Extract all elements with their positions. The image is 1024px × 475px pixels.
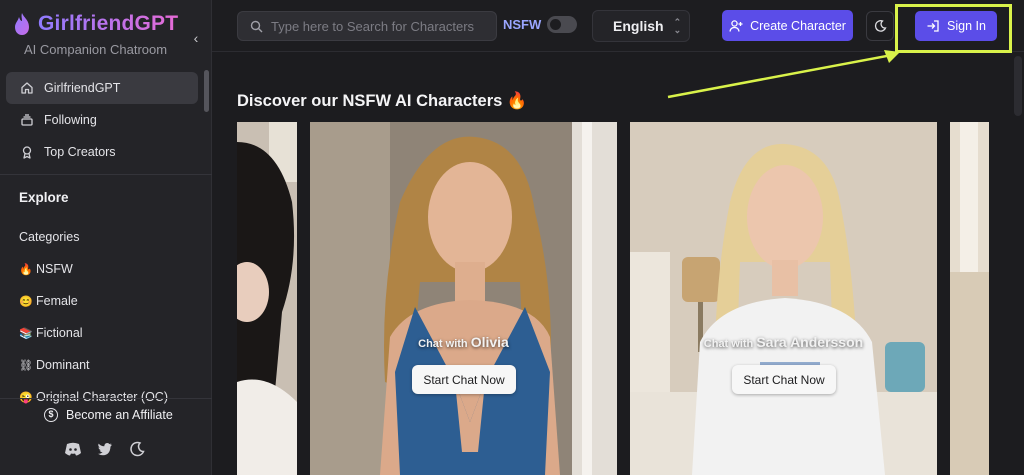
brand-logo[interactable]: GirlfriendGPT xyxy=(12,12,178,36)
chat-with-prefix: Chat with xyxy=(418,338,468,350)
toggle-knob xyxy=(550,19,561,30)
page-title: Discover our NSFW AI Characters 🔥 xyxy=(237,92,528,110)
sidebar-item-label: Following xyxy=(44,113,97,127)
affiliate-label: Become an Affiliate xyxy=(66,408,173,422)
category-list: Categories 🔥 NSFW 😊 Female 📚 Fictional ⛓… xyxy=(19,221,168,413)
language-select[interactable]: English ⌃ ⌄ xyxy=(592,10,690,42)
chain-icon: ⛓ xyxy=(19,359,33,372)
start-chat-button[interactable]: Start Chat Now xyxy=(412,365,516,394)
moon-icon[interactable] xyxy=(128,440,146,458)
chat-with-caption: Chat with Olivia xyxy=(310,334,617,350)
character-card-olivia[interactable]: Chat with Olivia Start Chat Now xyxy=(310,122,617,475)
create-character-button[interactable]: Create Character xyxy=(722,10,853,41)
sidebar-item-following[interactable]: Following xyxy=(6,104,198,136)
sign-in-label: Sign In xyxy=(947,19,986,33)
become-affiliate-link[interactable]: $ Become an Affiliate xyxy=(44,408,173,422)
fire-icon: 🔥 xyxy=(19,263,33,276)
search-box[interactable] xyxy=(237,11,497,41)
character-image xyxy=(630,122,937,475)
top-bar: NSFW English ⌃⌄ Create Character xyxy=(212,0,1024,52)
page-scrollbar[interactable] xyxy=(1014,56,1022,116)
sidebar-item-nsfw[interactable]: 🔥 NSFW xyxy=(19,253,168,285)
character-name: Olivia xyxy=(470,334,509,350)
dollar-coin-icon: $ xyxy=(44,408,58,422)
theme-toggle-button[interactable] xyxy=(866,11,894,41)
character-image xyxy=(237,122,297,475)
character-card-partial-left[interactable] xyxy=(237,122,297,475)
chat-with-prefix: Chat with xyxy=(703,338,754,350)
character-name: Sara Andersson xyxy=(756,334,864,350)
start-chat-button[interactable]: Start Chat Now xyxy=(732,365,836,394)
moon-icon xyxy=(874,20,887,32)
stack-icon xyxy=(20,113,34,127)
sidebar-scrollbar[interactable] xyxy=(204,70,209,112)
collapse-sidebar-chevron-icon[interactable]: ‹ xyxy=(188,30,204,46)
language-value: English xyxy=(613,18,664,34)
sidebar: GirlfriendGPT AI Companion Chatroom ‹ Gi… xyxy=(0,0,212,475)
sidebar-item-label: GirlfriendGPT xyxy=(44,81,121,95)
sidebar-item-female[interactable]: 😊 Female xyxy=(19,285,168,317)
nsfw-toggle[interactable] xyxy=(547,16,577,33)
category-label: NSFW xyxy=(36,262,73,276)
character-card-sara-andersson[interactable]: Chat with Sara Andersson Start Chat Now xyxy=(630,122,937,475)
sidebar-item-categories[interactable]: Categories xyxy=(19,221,168,253)
chevron-up-down-icon: ⌃ ⌄ xyxy=(673,17,682,35)
flame-logo-icon xyxy=(15,13,29,35)
books-icon: 📚 xyxy=(19,327,33,340)
search-icon xyxy=(250,20,263,32)
category-label: Categories xyxy=(19,230,80,244)
sign-in-button[interactable]: Sign In xyxy=(915,11,997,41)
brand-subtitle: AI Companion Chatroom xyxy=(24,42,168,57)
add-user-icon xyxy=(729,19,743,32)
category-label: Fictional xyxy=(36,326,83,340)
sidebar-footer-divider xyxy=(0,398,212,399)
wink-face-icon: 😜 xyxy=(19,391,33,404)
home-icon xyxy=(20,81,34,95)
character-image xyxy=(950,122,989,475)
discord-icon[interactable] xyxy=(64,440,82,458)
category-label: Female xyxy=(36,294,78,308)
primary-nav: GirlfriendGPT Following Top Creators xyxy=(6,72,198,168)
sidebar-item-label: Top Creators xyxy=(44,145,116,159)
character-card-partial-right[interactable] xyxy=(950,122,989,475)
sign-in-icon xyxy=(927,20,939,32)
nsfw-label: NSFW xyxy=(503,17,542,32)
sidebar-item-fictional[interactable]: 📚 Fictional xyxy=(19,317,168,349)
create-character-label: Create Character xyxy=(750,18,846,33)
award-icon xyxy=(20,145,34,159)
category-label: Dominant xyxy=(36,358,90,372)
twitter-icon[interactable] xyxy=(96,440,114,458)
sidebar-item-dominant[interactable]: ⛓ Dominant xyxy=(19,349,168,381)
chat-with-caption: Chat with Sara Andersson xyxy=(630,334,937,350)
sidebar-item-top-creators[interactable]: Top Creators xyxy=(6,136,198,168)
search-input[interactable] xyxy=(271,18,491,34)
character-image xyxy=(310,122,617,475)
sidebar-divider xyxy=(0,174,212,175)
brand-name: GirlfriendGPT xyxy=(38,12,179,35)
sidebar-item-girlfriendgpt[interactable]: GirlfriendGPT xyxy=(6,72,198,104)
category-label: Original Character (OC) xyxy=(36,390,168,404)
explore-heading: Explore xyxy=(19,190,69,205)
smile-face-icon: 😊 xyxy=(19,295,33,308)
